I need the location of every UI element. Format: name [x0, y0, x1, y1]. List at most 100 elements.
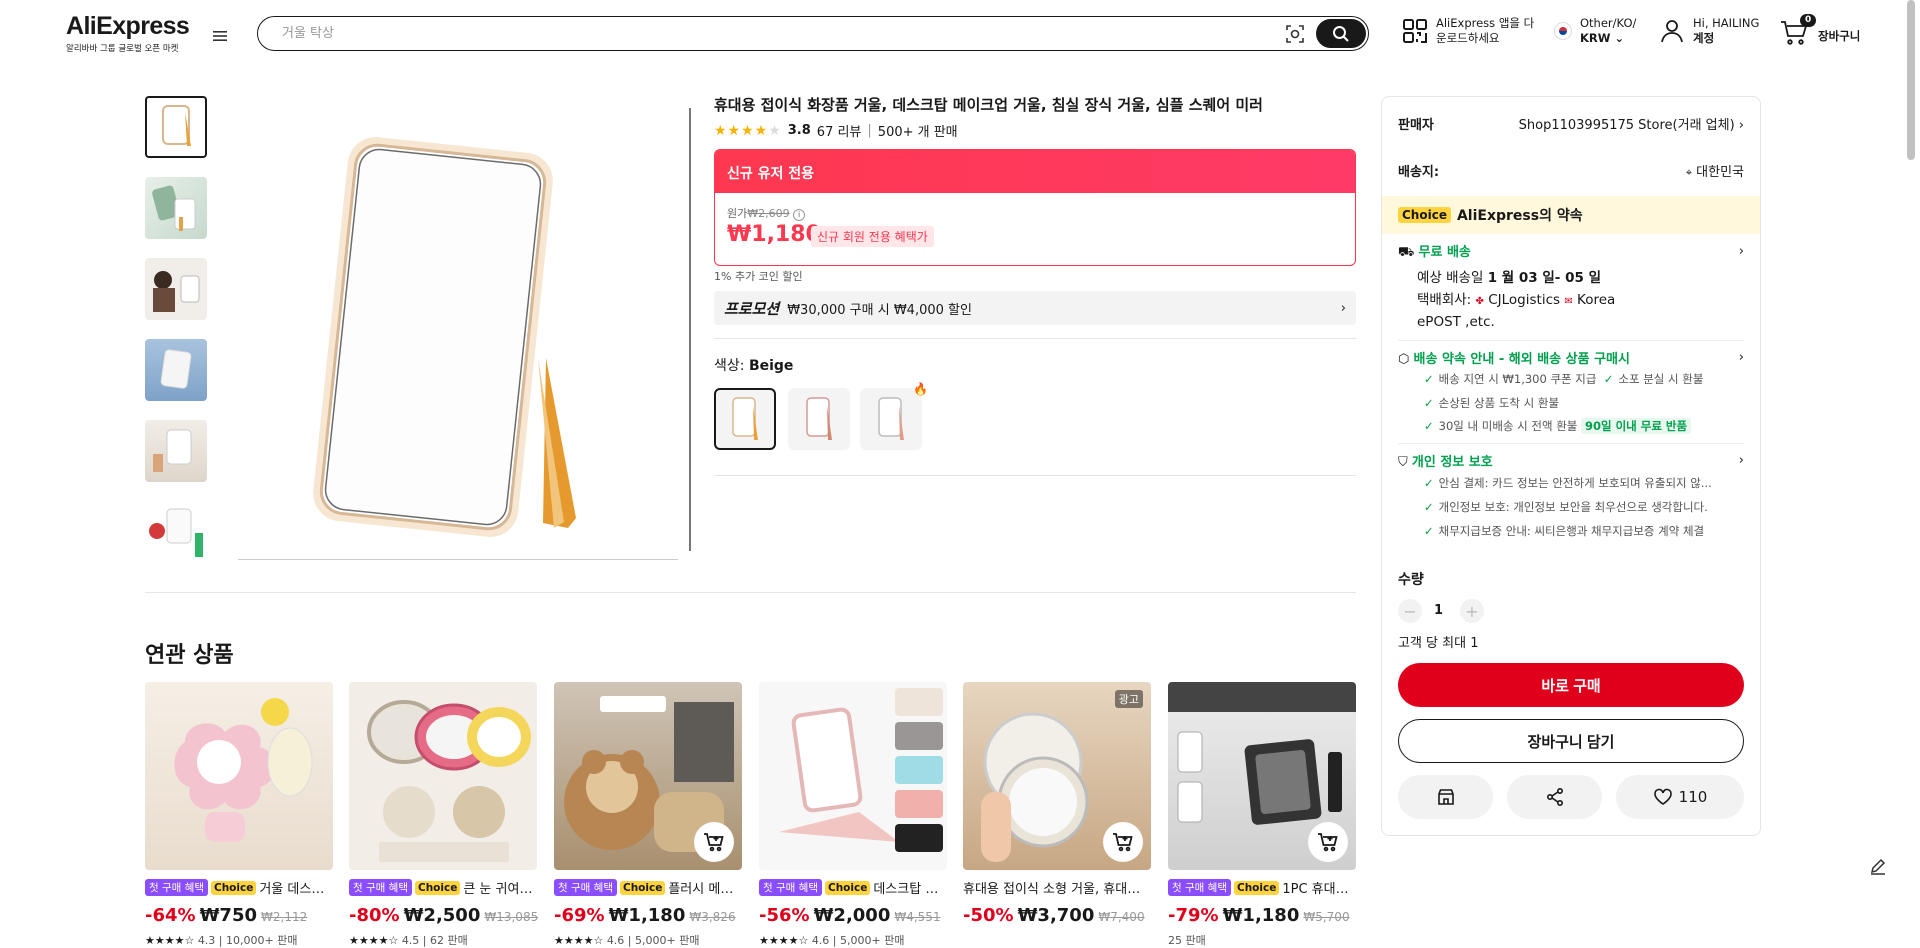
account-label: 계정 — [1693, 31, 1715, 45]
heart-icon — [1653, 788, 1672, 805]
search-bar — [257, 16, 1369, 51]
aliexpress-logo[interactable]: AliExpress 알리바바 그룹 글로벌 오픈 마켓 — [66, 12, 196, 54]
related-product-card[interactable]: 첫 구매 혜택Choice플러시 메이크... -69%₩1,180₩3,826… — [554, 682, 742, 948]
purchase-panel: 판매자 Shop1103995175 Store(거래 업체) › 배송지: ⌖… — [1381, 96, 1761, 836]
sale-price: ₩1,180 — [727, 222, 821, 247]
related-product-card[interactable]: 첫 구매 혜택 Choice 큰 눈 귀여운... -80% ₩2,500 ₩13,08… — [349, 682, 539, 948]
card-price-row: -56% ₩2,000 ₩4,551 — [759, 905, 941, 926]
card-title: 데스크탑 메이... — [873, 882, 947, 897]
add-to-cart-icon[interactable] — [694, 822, 734, 862]
account-greeting: Hi, HAILING — [1693, 16, 1760, 30]
carrier-info: 택배회사: ✤ CJLogistics ✉ Korea ePOST ,etc. — [1417, 292, 1616, 330]
related-product-card[interactable]: 첫 구매 혜택 Choice 1PC 휴대용... -79% ₩1,180 ₩5,700… — [1168, 682, 1356, 948]
add-to-cart-icon[interactable] — [1103, 822, 1143, 862]
card-title: 1PC 휴대용... — [1282, 882, 1356, 897]
wishlist-count: 110 — [1678, 788, 1708, 806]
seller-row[interactable]: 판매자 Shop1103995175 Store(거래 업체) › — [1398, 114, 1744, 133]
cart-link[interactable]: 0 장바구니 — [1780, 14, 1861, 45]
chevron-down-icon: ⌄ — [1614, 31, 1625, 45]
thumbnail-list — [145, 96, 210, 561]
ship-to-value: 대한민국 — [1696, 165, 1744, 180]
qr-code-icon — [1403, 19, 1427, 43]
cart-label: 장바구니 — [1818, 28, 1861, 43]
qty-increase-button[interactable]: + — [1460, 599, 1484, 623]
korea-flag-icon — [1554, 22, 1572, 40]
card-title: 큰 눈 귀여운... — [463, 882, 537, 897]
card-meta: 25 판매 — [1168, 934, 1206, 947]
price-box: 신규 유저 전용 원가₩2,609 i ₩1,180 신규 회원 전용 혜택가 — [714, 149, 1356, 266]
promotion-row[interactable]: 프로모션 ₩30,000 구매 시 ₩4,000 할인 › — [714, 291, 1356, 325]
card-meta: ★★★★☆ 4.6 | 5,000+ 판매 — [554, 934, 700, 947]
promotion-text: ₩30,000 구매 시 ₩4,000 할인 — [787, 302, 972, 318]
info-icon[interactable]: i — [793, 209, 806, 221]
divider — [1398, 443, 1744, 444]
store-button[interactable] — [1398, 775, 1493, 819]
related-product-card[interactable]: 광고 휴대용 접이식 소형 거울, 휴대용... -50% ₩3,700 ₩7,40… — [963, 682, 1151, 926]
thumbnail[interactable] — [145, 177, 207, 239]
store-icon — [1437, 789, 1454, 805]
ship-to-row[interactable]: 배송지: ⌖ 대한민국 — [1398, 161, 1744, 180]
color-swatch-white[interactable] — [860, 388, 922, 450]
coin-discount: 1% 추가 코인 할인 — [714, 270, 803, 283]
ad-badge: 광고 — [1114, 690, 1143, 708]
card-meta: ★★★★☆ 4.3 | 10,000+ 판매 — [145, 934, 298, 947]
download-app[interactable]: AliExpress 앱을 다 운로드하세요 — [1402, 16, 1534, 46]
related-product-card[interactable]: 첫 구매 혜택Choice데스크탑 메이... -56%₩2,000₩4,551… — [759, 682, 947, 948]
shield-check-icon: ⛉ — [1398, 455, 1408, 470]
chevron-right-icon: › — [1738, 350, 1744, 365]
add-to-cart-icon[interactable] — [1308, 822, 1348, 862]
image-search-icon[interactable] — [1284, 23, 1306, 45]
thumbnail[interactable] — [145, 501, 207, 561]
quantity-label: 수량 — [1398, 572, 1424, 588]
thumbnail[interactable] — [145, 96, 207, 158]
share-button[interactable] — [1507, 775, 1602, 819]
card-price-row: -64% ₩750 ₩2,112 — [145, 905, 308, 926]
ship-to-label: 배송지: — [1398, 165, 1440, 180]
delivery-promise-row[interactable]: ⬡ 배송 약속 안내 - 해외 배송 상품 구매시 › — [1398, 348, 1744, 367]
card-price-row: -80% ₩2,500 ₩13,085 — [349, 905, 539, 926]
product-title: 휴대용 접이식 화장품 거울, 데스크탑 메이크업 거울, 침실 장식 거울, … — [714, 96, 1263, 114]
card-meta: ★★★★☆ 4.6 | 5,000+ 판매 — [759, 934, 905, 947]
main-product-image[interactable] — [238, 108, 678, 560]
star-rating-icon: ★★★★★ — [714, 122, 782, 139]
chevron-right-icon: › — [1738, 453, 1744, 468]
divider — [1398, 340, 1744, 341]
section-divider — [145, 592, 1356, 593]
related-title: 연관 상품 — [145, 643, 234, 668]
privacy-row[interactable]: ⛉ 개인 정보 보호 › — [1398, 451, 1744, 470]
card-meta: ★★★★☆ 4.5 | 62 판매 — [349, 934, 468, 947]
free-shipping: 무료 배송 — [1418, 245, 1471, 260]
promise-line-1: ✓ 배송 지연 시 ₩1,300 쿠폰 지급 ✓ 소포 분실 시 환불 — [1424, 372, 1704, 386]
epost-logo-icon: ✉ — [1564, 296, 1573, 307]
truck-icon: ⛟ — [1398, 245, 1415, 260]
buy-now-button[interactable]: 바로 구매 — [1398, 663, 1744, 707]
thumbnail[interactable] — [145, 420, 207, 482]
menu-icon[interactable] — [210, 26, 230, 46]
search-button[interactable] — [1316, 19, 1366, 48]
free-shipping-row[interactable]: ⛟ 무료 배송 › — [1398, 241, 1744, 262]
product-image — [1168, 682, 1356, 870]
color-swatch-pink[interactable] — [788, 388, 850, 450]
app-line2: 운로드하세요 — [1436, 31, 1500, 45]
thumbnail[interactable] — [145, 339, 207, 401]
region-selector[interactable]: Other/KO/KRW ⌄ — [1554, 16, 1636, 46]
related-product-card[interactable]: 첫 구매 혜택Choice거울 데스크탑... -64%₩750₩2,112 ★… — [145, 682, 333, 948]
card-title: 플러시 메이크... — [668, 882, 742, 897]
add-to-cart-button[interactable]: 장바구니 담기 — [1398, 719, 1744, 763]
card-title: 거울 데스크탑... — [259, 882, 333, 897]
qty-value[interactable]: 1 — [1434, 603, 1443, 618]
page-scrollbar[interactable] — [1907, 0, 1915, 160]
color-label: 색상: Beige — [714, 358, 794, 374]
edit-icon[interactable] — [1868, 856, 1892, 880]
new-user-banner: 신규 유저 전용 — [715, 150, 1355, 193]
review-count[interactable]: 67 리뷰 — [817, 121, 862, 140]
wishlist-button[interactable]: 110 — [1616, 775, 1744, 819]
thumbnail[interactable] — [145, 258, 207, 320]
app-line1: AliExpress 앱을 다 — [1436, 16, 1535, 30]
color-value: Beige — [748, 358, 794, 374]
purchase-limit: 고객 당 최대 1 — [1398, 636, 1479, 651]
account-menu[interactable]: Hi, HAILING 계정 — [1659, 16, 1759, 46]
qty-decrease-button[interactable]: − — [1398, 599, 1422, 623]
color-swatch-beige[interactable] — [714, 388, 776, 450]
search-input[interactable] — [282, 23, 1262, 43]
